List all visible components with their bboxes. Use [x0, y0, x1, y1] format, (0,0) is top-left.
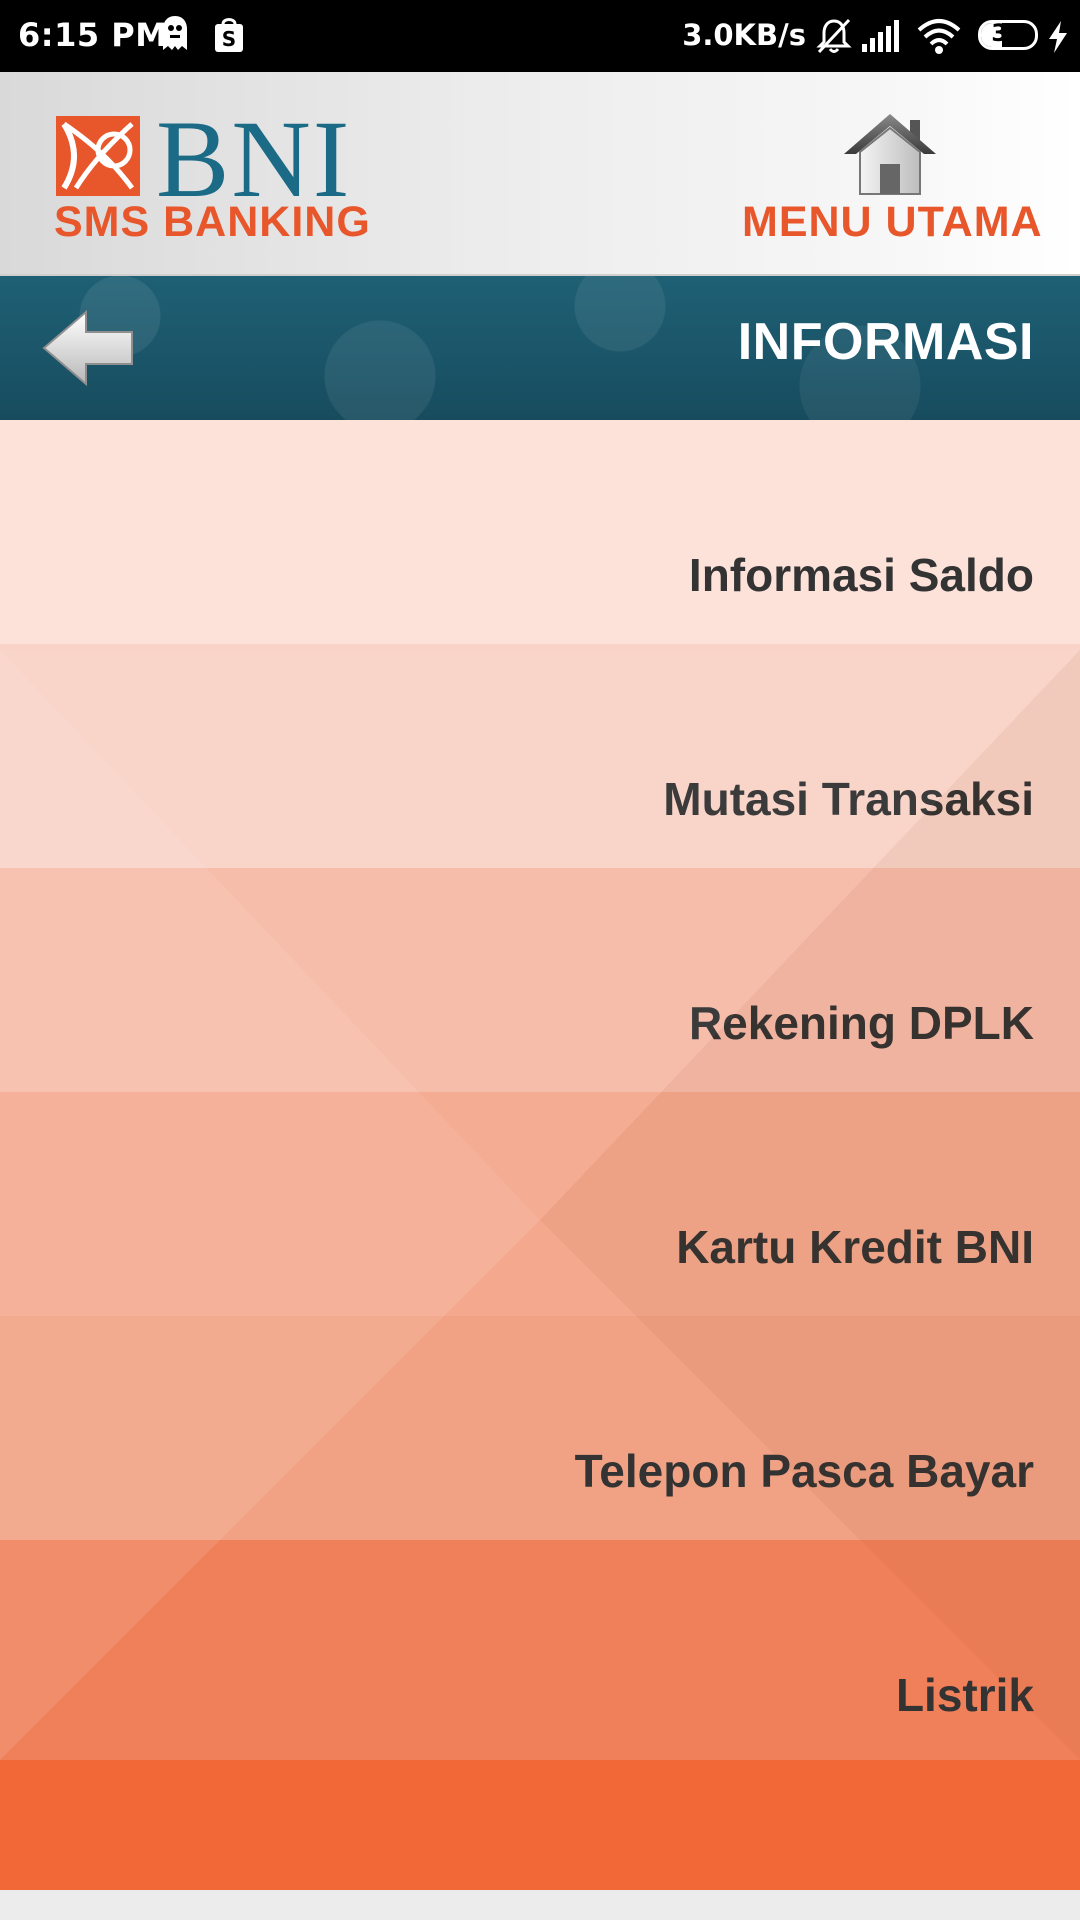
muted-bell-icon	[814, 16, 854, 60]
ghost-notification-icon	[160, 14, 190, 58]
menu-item-label: Listrik	[895, 1669, 1034, 1721]
menu-item-label: Telepon Pasca Bayar	[574, 1445, 1034, 1497]
main-menu-button[interactable]: MENU UTAMA	[742, 108, 1043, 248]
bni-sms-banking-logo: BNI SMS BANKING	[52, 104, 372, 246]
back-button[interactable]	[40, 306, 140, 390]
page-bottom-strip	[0, 1890, 1080, 1920]
menu-item-label: Mutasi Transaksi	[663, 773, 1034, 825]
shopping-bag-icon: S	[212, 14, 246, 58]
bni-logo-mark-icon	[56, 116, 140, 201]
status-bar: 6:15 PM S 3.0KB/s 38	[0, 0, 1080, 72]
back-arrow-icon	[40, 309, 140, 394]
menu-item[interactable]: Telepon Pasca Bayar	[0, 1316, 1080, 1540]
network-speed: 3.0KB/s	[682, 18, 806, 52]
title-bar: INFORMASI	[0, 276, 1080, 420]
signal-icon	[860, 16, 902, 60]
status-time: 6:15 PM	[18, 16, 168, 54]
battery-level: 38	[991, 20, 1025, 47]
menu-item[interactable]: Kartu Kredit BNI	[0, 1092, 1080, 1316]
battery-icon: 38	[978, 20, 1038, 50]
menu-item-label: Rekening DPLK	[688, 997, 1034, 1049]
main-menu-label: MENU UTAMA	[742, 198, 1043, 246]
svg-text:S: S	[222, 27, 236, 51]
home-icon	[842, 112, 938, 201]
menu-item-label: Informasi Saldo	[688, 549, 1034, 601]
menu-item[interactable]: Listrik	[0, 1540, 1080, 1764]
screen: 6:15 PM S 3.0KB/s 38 BNI SMS BANKING MEN…	[0, 0, 1080, 1920]
menu-bottom-bar	[0, 1760, 1080, 1890]
menu-list: Informasi Saldo Mutasi Transaksi Rekening …	[0, 420, 1080, 1890]
charging-icon	[1044, 20, 1072, 58]
page-title: INFORMASI	[737, 313, 1034, 371]
menu-item[interactable]: Mutasi Transaksi	[0, 644, 1080, 868]
logo-subtitle: SMS BANKING	[54, 198, 371, 246]
menu-item-label: Kartu Kredit BNI	[676, 1221, 1034, 1273]
menu-item[interactable]: Informasi Saldo	[0, 420, 1080, 644]
menu-item[interactable]: Rekening DPLK	[0, 868, 1080, 1092]
app-header: BNI SMS BANKING MENU UTAMA	[0, 72, 1080, 276]
wifi-icon	[916, 16, 962, 60]
